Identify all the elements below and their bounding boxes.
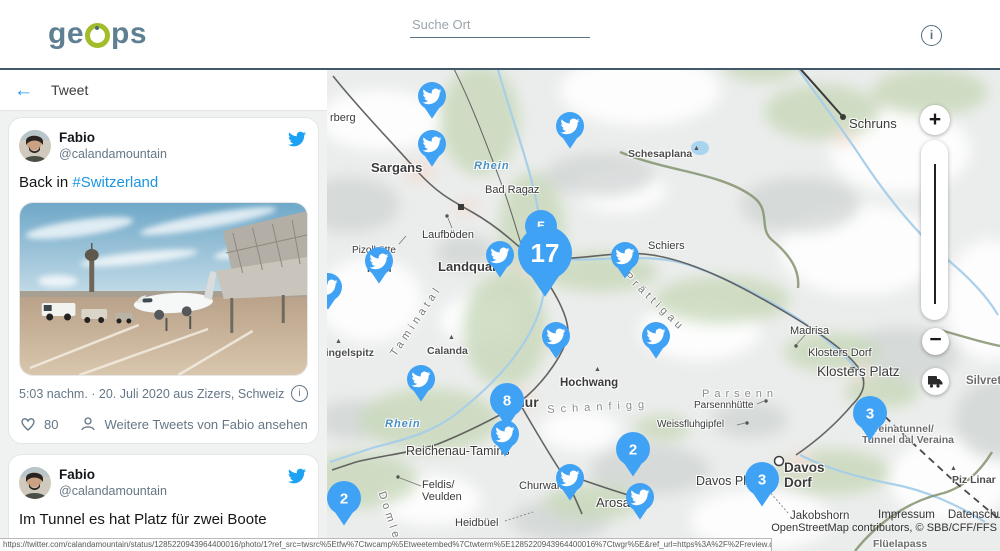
twitter-pin-marker[interactable] <box>365 247 393 284</box>
logo-text-ps: ps <box>111 15 147 53</box>
cluster-count: 17 <box>531 238 560 268</box>
cluster-marker[interactable]: 3 <box>853 396 887 441</box>
logo-text-ge: ge <box>48 15 84 53</box>
twitter-pin-marker[interactable] <box>491 420 519 457</box>
cluster-marker[interactable]: 17 <box>518 226 572 297</box>
twitter-pin-marker[interactable] <box>556 464 584 501</box>
like-count: 80 <box>44 417 58 432</box>
tweet-card[interactable]: Fabio @calandamountain Im Tunnel es hat … <box>8 454 319 551</box>
cluster-count: 2 <box>629 442 637 459</box>
cluster-marker[interactable]: 2 <box>327 481 361 526</box>
info-icon[interactable]: i <box>921 25 942 46</box>
zoom-out-button[interactable]: − <box>922 328 949 355</box>
twitter-pin-marker[interactable] <box>642 322 670 359</box>
person-icon <box>79 415 97 433</box>
attribution-links: Impressum Datenschutz <box>878 509 1000 521</box>
twitter-pin-marker[interactable] <box>611 242 639 279</box>
sidebar-title: Tweet <box>51 82 88 98</box>
twitter-pin-marker[interactable] <box>327 273 342 310</box>
tweet-text: Back in #Switzerland <box>19 173 308 193</box>
train-layer-button[interactable] <box>922 368 949 395</box>
search-input[interactable] <box>410 16 590 33</box>
map-markers: 51782332 <box>327 70 1000 551</box>
twitter-pin-marker[interactable] <box>407 365 435 402</box>
avatar <box>19 467 51 499</box>
zoom-slider[interactable] <box>921 140 948 320</box>
tweet-list: Fabio @calandamountain Back in #Switzerl… <box>0 111 327 551</box>
tweet-author-name[interactable]: Fabio <box>59 130 286 147</box>
twitter-pin-marker[interactable] <box>626 483 654 520</box>
train-icon <box>927 375 944 388</box>
twitter-bird-icon[interactable] <box>286 467 308 485</box>
twitter-pin-marker[interactable] <box>418 82 446 119</box>
geops-map-app: rbergSargansRheinBad RagazSchrunsSchesap… <box>0 0 1000 551</box>
twitter-pin-marker[interactable] <box>542 322 570 359</box>
tweet-text: Im Tunnel es hat Platz für zwei Boote <box>19 510 308 530</box>
twitter-bird-icon[interactable] <box>286 130 308 148</box>
more-tweets-link[interactable]: Weitere Tweets von Fabio ansehen <box>104 417 307 432</box>
tweet-sidebar: ← Tweet <box>0 70 327 551</box>
cluster-marker[interactable]: 3 <box>745 462 779 507</box>
twitter-pin-marker[interactable] <box>418 130 446 167</box>
twitter-pin-marker[interactable] <box>486 241 514 278</box>
cluster-count: 3 <box>866 406 874 423</box>
back-arrow-icon[interactable]: ← <box>14 81 33 100</box>
tweet-card[interactable]: Fabio @calandamountain Back in #Switzerl… <box>8 117 319 444</box>
browser-status-bar: https://twitter.com/calandamountain/stat… <box>0 538 772 551</box>
zoom-slider-track <box>934 164 936 304</box>
logo-o-ring-icon <box>85 23 110 48</box>
avatar <box>19 130 51 162</box>
geops-logo: geps <box>48 15 147 53</box>
impressum-link[interactable]: Impressum <box>878 509 935 521</box>
map-copyright: OpenStreetMap contributors, © SBB/CFF/FF… <box>771 522 997 534</box>
map[interactable]: rbergSargansRheinBad RagazSchrunsSchesap… <box>327 70 1000 551</box>
tweet-author-handle[interactable]: @calandamountain <box>59 484 286 500</box>
search-box <box>410 16 590 38</box>
tweet-timestamp: 5:03 nachm. · 20. Juli 2020 aus Zizers, … <box>19 387 284 401</box>
cluster-marker[interactable]: 2 <box>616 432 650 477</box>
tweet-author-handle[interactable]: @calandamountain <box>59 147 286 163</box>
hashtag-link[interactable]: #Switzerland <box>72 174 158 191</box>
zoom-in-button[interactable]: + <box>920 105 950 135</box>
cluster-count: 8 <box>503 393 511 410</box>
sidebar-header: ← Tweet <box>0 70 327 111</box>
heart-icon[interactable] <box>19 415 37 433</box>
tweet-author-name[interactable]: Fabio <box>59 467 286 484</box>
datenschutz-link[interactable]: Datenschutz <box>948 509 1000 521</box>
tweet-photo-airport[interactable] <box>19 202 308 376</box>
cluster-count: 2 <box>340 491 348 508</box>
twitter-pin-marker[interactable] <box>556 112 584 149</box>
tweet-info-icon[interactable]: i <box>291 385 308 402</box>
app-header: geps i <box>0 0 1000 70</box>
cluster-count: 3 <box>758 472 766 489</box>
